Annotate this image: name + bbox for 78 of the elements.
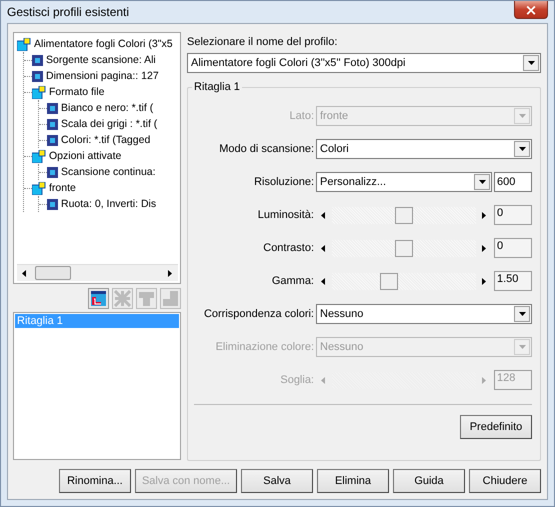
caret-down-icon <box>518 144 526 154</box>
slider-thumb[interactable] <box>395 240 413 256</box>
tree-item[interactable]: Alimentatore fogli Colori (3"x5 <box>31 38 173 50</box>
tree-item[interactable]: Formato file <box>46 86 104 98</box>
arrow-right-icon <box>480 276 488 286</box>
delete-icon <box>114 290 131 307</box>
folder-node-icon <box>32 86 46 98</box>
horizontal-scrollbar[interactable] <box>17 264 178 281</box>
profile-label: Selezionare il nome del profilo: <box>187 36 338 48</box>
leaf-node-icon <box>47 118 58 130</box>
window-title: Gestisci profili esistenti <box>7 5 130 19</box>
arrow-right-icon <box>166 268 174 278</box>
tree-item[interactable]: Opzioni attivate <box>46 150 122 162</box>
caret-down-icon <box>527 58 535 68</box>
arrow-right-icon <box>480 376 488 384</box>
arrow-right-icon <box>480 244 488 252</box>
dialog-button[interactable]: Rinomina... <box>58 469 131 493</box>
field-label: Soglia: <box>279 374 314 386</box>
value-display: 128 <box>494 370 532 390</box>
move-down-icon <box>162 290 179 307</box>
arrow-left-icon <box>320 210 328 220</box>
slider[interactable] <box>316 206 492 224</box>
slider-thumb[interactable] <box>380 272 398 290</box>
field-label: Luminosità: <box>256 209 314 221</box>
leaf-node-icon <box>47 198 58 210</box>
dialog-button[interactable]: Elimina <box>317 469 389 493</box>
dropdown[interactable]: Nessuno <box>316 304 532 324</box>
slider[interactable] <box>316 240 492 256</box>
field-label: Modo di scansione: <box>218 143 314 155</box>
value-display: 1.50 <box>494 271 532 291</box>
tree-item[interactable]: fronte <box>46 182 76 194</box>
default-button[interactable]: Predefinito <box>460 415 532 439</box>
field-label: Contrasto: <box>262 242 314 254</box>
dialog-button[interactable]: Guida <box>393 469 465 493</box>
dropdown[interactable]: Colori <box>316 139 532 159</box>
close-button[interactable]: × <box>514 1 548 19</box>
arrow-left-icon <box>21 268 29 278</box>
tree-item[interactable]: Scala dei grigi : *.tif ( <box>58 118 158 130</box>
caret-down-icon <box>518 342 526 352</box>
resolution-input[interactable]: 600 <box>494 172 532 192</box>
caret-down-icon <box>518 310 526 318</box>
tree-item[interactable]: Scansione continua: <box>58 166 156 178</box>
arrow-left-icon <box>320 276 328 286</box>
folder-node-icon <box>32 150 46 162</box>
value-display: 0 <box>494 238 532 258</box>
dropdown[interactable]: Personalizz... <box>316 172 492 192</box>
arrow-right-icon <box>480 210 488 220</box>
move-up-icon <box>138 290 155 307</box>
leaf-node-icon <box>47 166 58 178</box>
tree-item[interactable]: Sorgente scansione: Ali <box>43 54 156 66</box>
field-label: Eliminazione colore: <box>214 341 314 353</box>
tree-item[interactable]: Dimensioni pagina:: 127 <box>43 70 159 82</box>
leaf-node-icon <box>47 102 58 114</box>
caret-down-icon <box>478 178 486 186</box>
new-crop-icon <box>90 290 107 307</box>
field-label: Risoluzione: <box>253 176 314 188</box>
arrow-left-icon <box>320 244 328 252</box>
dialog-button[interactable]: Salva <box>241 469 313 493</box>
leaf-node-icon <box>47 134 58 146</box>
leaf-node-icon <box>32 54 43 66</box>
group-title: Ritaglia 1 <box>193 81 241 93</box>
dialog-button[interactable]: Chiudere <box>469 469 541 493</box>
leaf-node-icon <box>32 70 43 82</box>
slider[interactable] <box>316 272 492 290</box>
field-label: Gamma: <box>270 275 314 287</box>
tree-item[interactable]: Bianco e nero: *.tif ( <box>58 102 154 114</box>
folder-node-icon <box>17 38 31 50</box>
folder-node-icon <box>32 182 46 194</box>
field-label: Corrispondenza colori: <box>202 308 314 320</box>
tree-item[interactable]: Ruota: 0, Inverti: Dis <box>58 198 156 210</box>
toolbar-button[interactable] <box>88 288 109 309</box>
arrow-left-icon <box>320 376 328 384</box>
field-label: Lato: <box>288 110 314 122</box>
caret-down-icon <box>518 112 526 120</box>
profile-dropdown[interactable]: Alimentatore fogli Colori (3''x5'' Foto) 300dpi <box>187 53 541 73</box>
tree-item[interactable]: Colori: *.tif (Tagged <box>58 134 150 146</box>
slider-thumb[interactable] <box>395 206 413 224</box>
value-display: 0 <box>494 205 532 225</box>
